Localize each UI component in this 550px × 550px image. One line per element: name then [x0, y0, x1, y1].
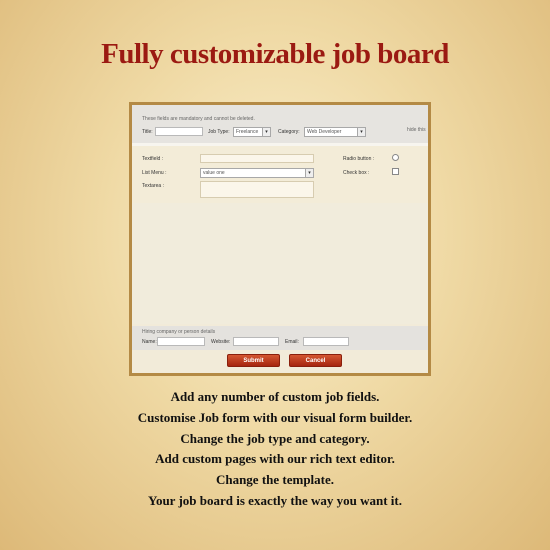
category-select[interactable]: Web Developer ▾ [304, 127, 366, 137]
feature-item: Change the template. [215, 472, 335, 488]
hiring-details-panel: Hiring company or person details Name: W… [132, 326, 428, 350]
feature-item: Change the job type and category. [180, 430, 370, 446]
textfield-label: Textfield : [142, 156, 164, 162]
custom-fields-panel: Textfield : List Menu : value one ▾ Text… [132, 146, 428, 203]
job-form-screenshot: These fields are mandatory and cannot be… [129, 102, 431, 376]
email-input[interactable] [303, 337, 349, 346]
textarea-input[interactable] [200, 181, 314, 198]
textarea-label: Textarea : [142, 183, 164, 189]
feature-item: Customise Job form with our visual form … [137, 409, 413, 425]
page-title: Fully customizable job board [101, 38, 449, 70]
feature-item: Your job board is exactly the way you wa… [148, 492, 402, 508]
feature-item: Add any number of custom job fields. [170, 389, 380, 404]
feature-list: Add any number of custom job fields. Cus… [0, 387, 550, 512]
radio-label: Radio button : [343, 156, 375, 162]
category-label: Category: [278, 129, 300, 135]
listmenu-value: value one [203, 170, 225, 176]
website-input[interactable] [233, 337, 279, 346]
website-label: Website: [211, 339, 231, 345]
chevron-down-icon: ▾ [262, 128, 270, 136]
name-label: Name: [142, 339, 157, 345]
listmenu-select[interactable]: value one ▾ [200, 168, 314, 178]
textfield-input[interactable] [200, 154, 314, 163]
cancel-button[interactable]: Cancel [289, 354, 342, 367]
job-type-label: Job Type: [208, 129, 230, 135]
email-label: Email: [285, 339, 299, 345]
radio-button[interactable] [392, 154, 399, 161]
checkbox-label: Check box : [343, 170, 370, 176]
hide-link[interactable]: hide this [407, 127, 426, 133]
checkbox[interactable] [392, 168, 399, 175]
form-body-area [132, 203, 428, 324]
mandatory-fields-panel: These fields are mandatory and cannot be… [132, 105, 428, 146]
chevron-down-icon: ▾ [357, 128, 365, 136]
title-label: Title: [142, 129, 153, 135]
name-input[interactable] [157, 337, 205, 346]
job-type-select[interactable]: Freelance ▾ [233, 127, 271, 137]
category-value: Web Developer [307, 129, 342, 135]
title-input[interactable] [155, 127, 203, 136]
mandatory-note: These fields are mandatory and cannot be… [142, 116, 255, 122]
listmenu-label: List Menu : [142, 170, 167, 176]
feature-item: Add custom pages with our rich text edit… [155, 451, 395, 467]
hiring-note: Hiring company or person details [142, 329, 216, 335]
chevron-down-icon: ▾ [305, 169, 313, 177]
job-type-value: Freelance [236, 129, 259, 135]
submit-button[interactable]: Submit [227, 354, 280, 367]
